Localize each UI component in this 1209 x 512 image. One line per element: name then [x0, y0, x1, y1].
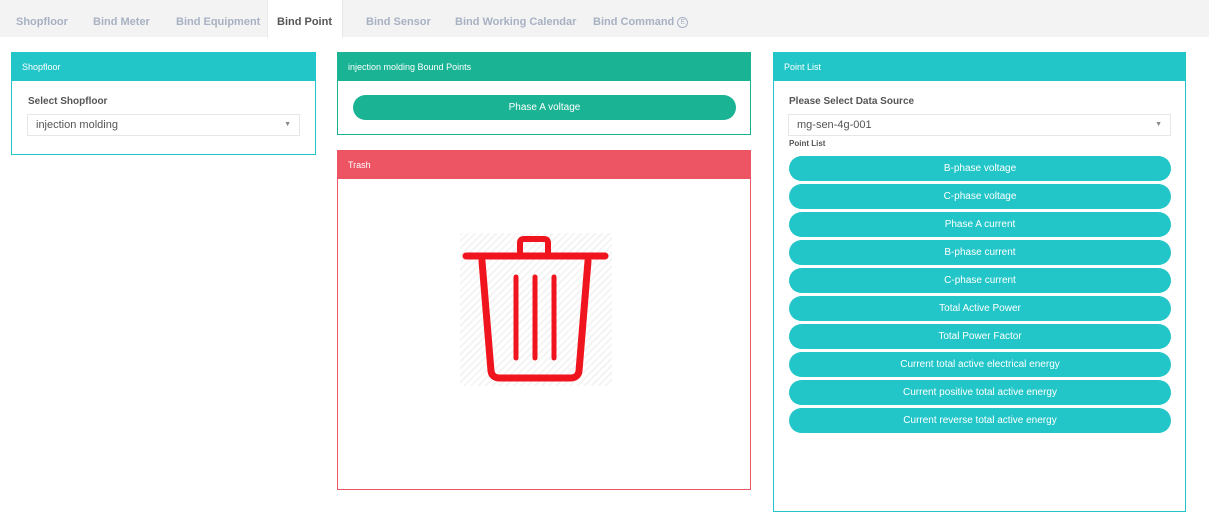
- point-list-item[interactable]: Current total active electrical energy: [789, 352, 1171, 377]
- tab-bind-command-label: Bind Command: [593, 16, 675, 28]
- shopfloor-panel: Shopfloor Select Shopfloor injection mol…: [11, 52, 316, 155]
- tab-bind-point[interactable]: Bind Point: [267, 0, 343, 38]
- tab-bind-equipment[interactable]: Bind Equipment: [167, 0, 269, 37]
- point-list-panel: Point List Please Select Data Source mg-…: [773, 52, 1186, 512]
- tab-bar: Shopfloor Bind Meter Bind Equipment Bind…: [0, 0, 1209, 38]
- shopfloor-panel-title: Shopfloor: [12, 53, 315, 81]
- select-shopfloor-label: Select Shopfloor: [28, 96, 108, 107]
- tab-shopfloor[interactable]: Shopfloor: [7, 0, 77, 37]
- shopfloor-select[interactable]: injection molding ▼: [27, 114, 300, 136]
- point-list-item[interactable]: Current positive total active energy: [789, 380, 1171, 405]
- data-source-select-value: mg-sen-4g-001: [797, 119, 872, 131]
- tab-bind-command[interactable]: Bind Command E: [584, 0, 697, 37]
- point-list-item[interactable]: Total Power Factor: [789, 324, 1171, 349]
- point-list-item[interactable]: C-phase voltage: [789, 184, 1171, 209]
- tab-badge: E: [677, 17, 689, 28]
- point-list-panel-title: Point List: [774, 53, 1185, 81]
- point-list-item[interactable]: Total Active Power: [789, 296, 1171, 321]
- bound-points-panel: injection molding Bound Points Phase A v…: [337, 52, 751, 135]
- tab-bind-working-calendar[interactable]: Bind Working Calendar: [446, 0, 585, 37]
- point-list-item[interactable]: Phase A current: [789, 212, 1171, 237]
- tab-bind-sensor[interactable]: Bind Sensor: [357, 0, 440, 37]
- point-list-item[interactable]: Current reverse total active energy: [789, 408, 1171, 433]
- chevron-down-icon: ▼: [1155, 121, 1162, 128]
- data-source-label: Please Select Data Source: [789, 96, 915, 107]
- trash-icon: [462, 236, 609, 382]
- shopfloor-select-value: injection molding: [36, 119, 118, 131]
- tab-bind-meter[interactable]: Bind Meter: [84, 0, 159, 37]
- point-list-item[interactable]: C-phase current: [789, 268, 1171, 293]
- chevron-down-icon: ▼: [284, 121, 291, 128]
- point-list-item[interactable]: B-phase current: [789, 240, 1171, 265]
- point-list-item[interactable]: B-phase voltage: [789, 156, 1171, 181]
- bound-point-item[interactable]: Phase A voltage: [353, 95, 736, 120]
- point-list-label: Point List: [789, 139, 826, 148]
- trash-panel-title: Trash: [338, 151, 750, 179]
- trash-drop-zone[interactable]: [460, 233, 612, 386]
- data-source-select[interactable]: mg-sen-4g-001 ▼: [788, 114, 1171, 136]
- bound-points-panel-title: injection molding Bound Points: [338, 53, 750, 81]
